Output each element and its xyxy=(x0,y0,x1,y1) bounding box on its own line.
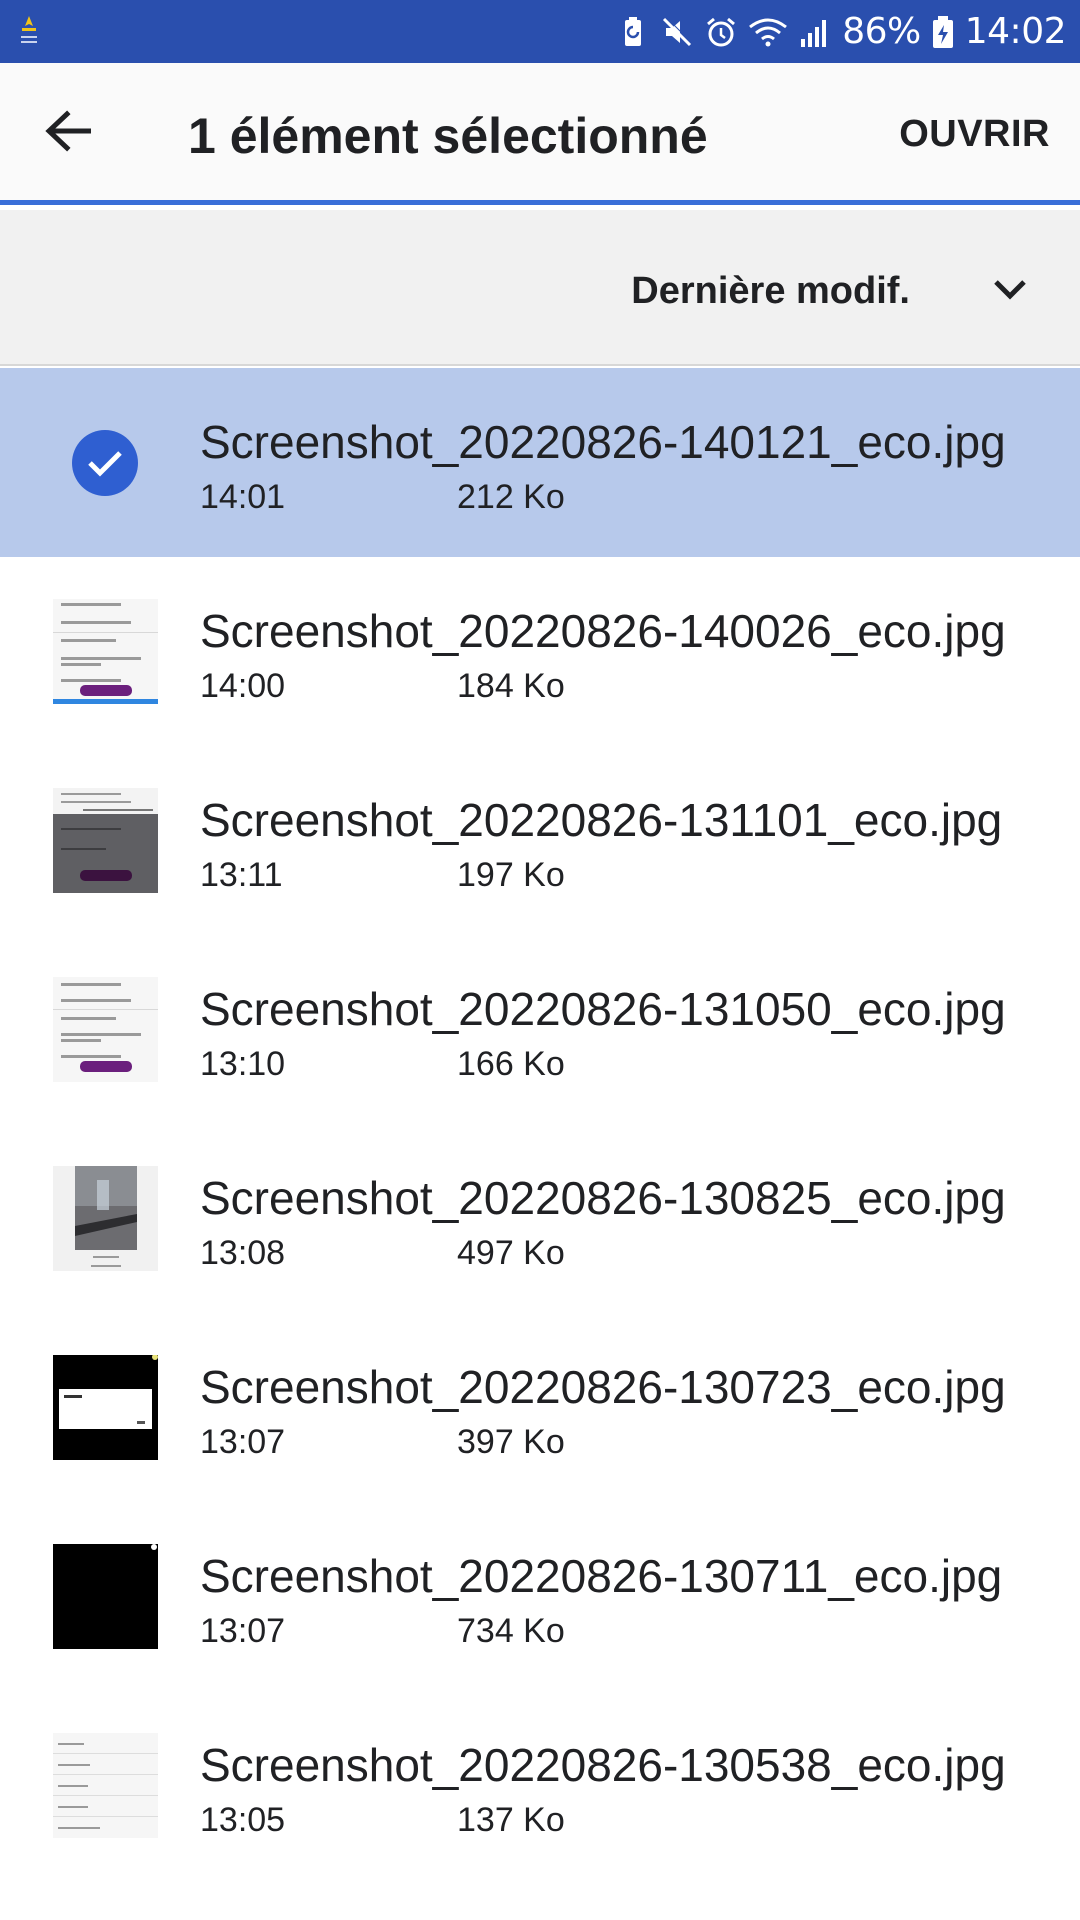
open-button[interactable]: OUVRIR xyxy=(899,113,1050,156)
battery-percent: 86% xyxy=(842,11,921,52)
file-row[interactable]: Screenshot_20220826-130538_eco.jpg 13:05… xyxy=(0,1691,1080,1880)
file-thumbnail xyxy=(53,977,158,1082)
file-name: Screenshot_20220826-130711_eco.jpg xyxy=(200,1550,1003,1602)
file-time: 13:10 xyxy=(200,1045,286,1083)
file-row[interactable]: Screenshot_20220826-130825_eco.jpg 13:08… xyxy=(0,1124,1080,1313)
file-size: 137 Ko xyxy=(457,1801,565,1839)
alarm-icon xyxy=(707,17,736,46)
page-title: 1 élément sélectionné xyxy=(188,108,708,164)
arrow-back-icon xyxy=(45,110,91,152)
file-size: 212 Ko xyxy=(457,478,565,516)
file-size: 734 Ko xyxy=(457,1612,565,1650)
file-row[interactable]: Screenshot_20220826-140121_eco.jpg 14:01… xyxy=(0,368,1080,557)
file-time: 13:11 xyxy=(200,856,283,894)
file-thumbnail xyxy=(53,788,158,893)
file-name: Screenshot_20220826-130825_eco.jpg xyxy=(200,1172,1006,1224)
status-bar: 86% 14:02 xyxy=(0,0,1080,63)
file-thumbnail xyxy=(53,1355,158,1460)
file-thumbnail xyxy=(53,1166,158,1271)
status-time: 14:02 xyxy=(964,11,1067,52)
sort-dropdown-button[interactable] xyxy=(980,260,1040,320)
file-name: Screenshot_20220826-140121_eco.jpg xyxy=(200,416,1006,468)
back-button[interactable] xyxy=(30,101,106,161)
file-list: Screenshot_20220826-140121_eco.jpg 14:01… xyxy=(0,368,1080,1880)
status-icons: 86% 14:02 xyxy=(616,0,1067,63)
file-row[interactable]: Screenshot_20220826-140026_eco.jpg 14:00… xyxy=(0,557,1080,746)
file-size: 397 Ko xyxy=(457,1423,565,1461)
file-time: 14:01 xyxy=(200,478,286,516)
sort-label[interactable]: Dernière modif. xyxy=(631,270,910,313)
battery-charging-icon xyxy=(932,15,953,48)
sort-bar: Dernière modif. xyxy=(0,210,1080,366)
file-size: 184 Ko xyxy=(457,667,565,705)
chevron-down-icon xyxy=(994,280,1026,300)
signal-icon xyxy=(801,19,827,47)
mute-icon xyxy=(663,16,693,46)
file-name: Screenshot_20220826-130723_eco.jpg xyxy=(200,1361,1006,1413)
app-bar: 1 élément sélectionné OUVRIR xyxy=(0,63,1080,205)
battery-saver-icon xyxy=(625,16,642,46)
file-row[interactable]: Screenshot_20220826-131101_eco.jpg 13:11… xyxy=(0,746,1080,935)
file-name: Screenshot_20220826-140026_eco.jpg xyxy=(200,605,1006,657)
file-time: 13:05 xyxy=(200,1801,286,1839)
file-row[interactable]: Screenshot_20220826-131050_eco.jpg 13:10… xyxy=(0,935,1080,1124)
file-time: 14:00 xyxy=(200,667,286,705)
app-notification-icon xyxy=(21,16,37,43)
file-thumbnail xyxy=(53,1733,158,1838)
file-name: Screenshot_20220826-131101_eco.jpg xyxy=(200,794,1003,846)
file-name: Screenshot_20220826-131050_eco.jpg xyxy=(200,983,1006,1035)
file-time: 13:07 xyxy=(200,1612,286,1650)
file-size: 197 Ko xyxy=(457,856,565,894)
file-size: 497 Ko xyxy=(457,1234,565,1272)
wifi-icon xyxy=(749,18,788,46)
selected-check-icon[interactable] xyxy=(72,430,138,496)
file-row[interactable]: Screenshot_20220826-130711_eco.jpg 13:07… xyxy=(0,1502,1080,1691)
file-thumbnail xyxy=(53,599,158,704)
file-name: Screenshot_20220826-130538_eco.jpg xyxy=(200,1739,1006,1791)
file-size: 166 Ko xyxy=(457,1045,565,1083)
file-time: 13:08 xyxy=(200,1234,286,1272)
file-row[interactable]: Screenshot_20220826-130723_eco.jpg 13:07… xyxy=(0,1313,1080,1502)
file-thumbnail xyxy=(53,1544,158,1649)
file-time: 13:07 xyxy=(200,1423,286,1461)
